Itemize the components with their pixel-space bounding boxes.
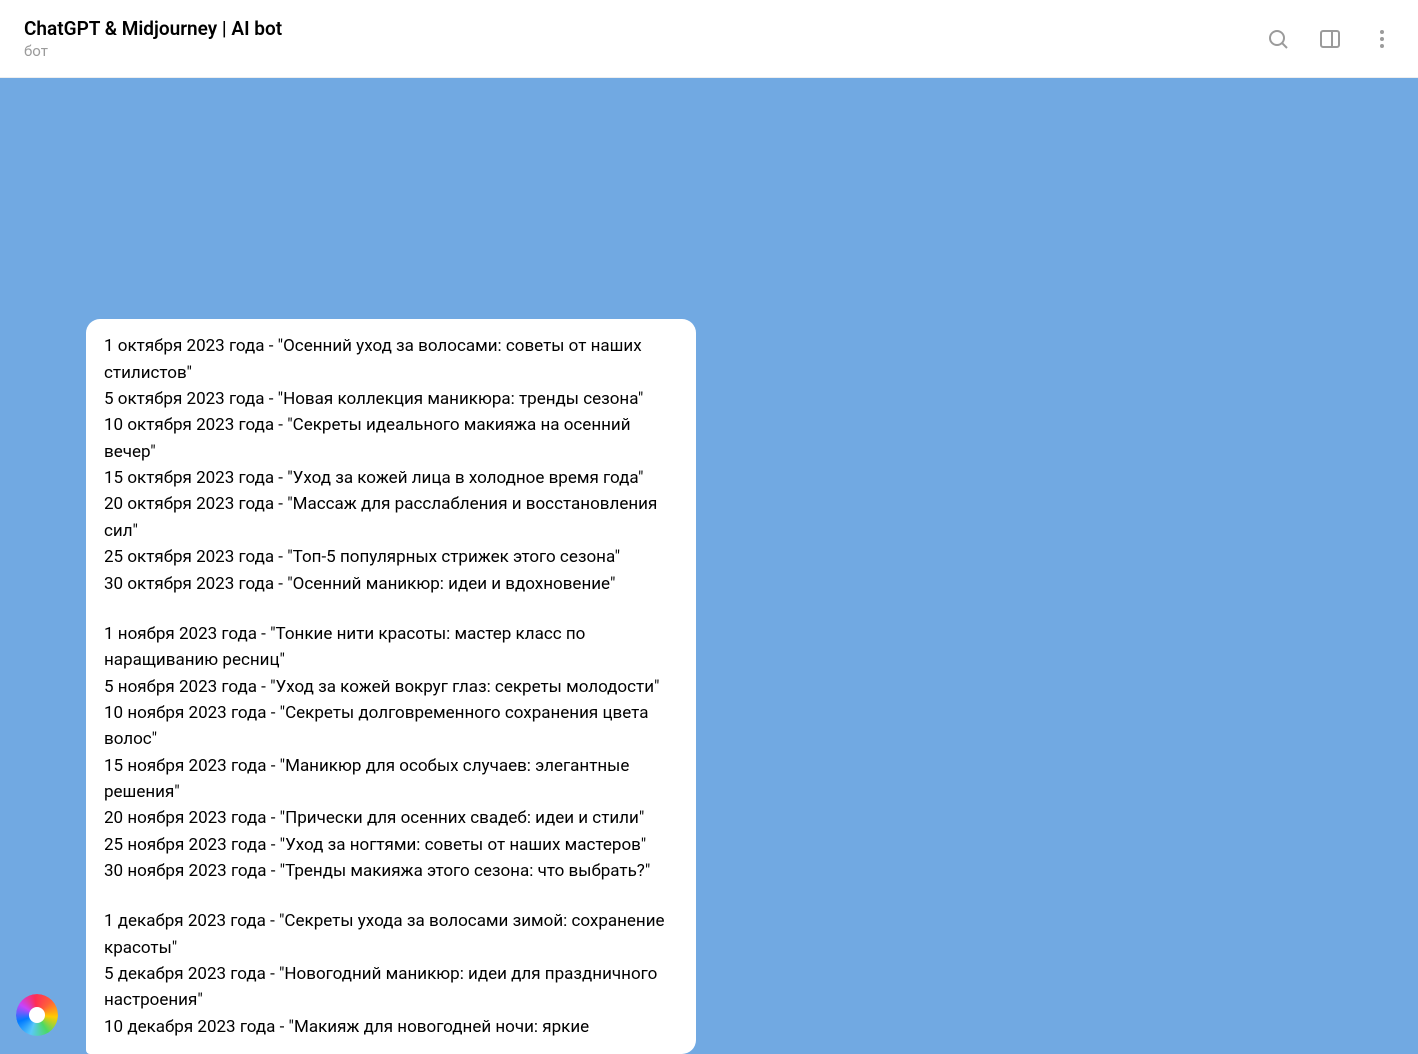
bot-avatar[interactable]	[16, 994, 58, 1036]
message-line: 15 октября 2023 года - "Уход за кожей ли…	[104, 465, 678, 491]
message-text: 1 октября 2023 года - "Осенний уход за в…	[104, 333, 678, 1040]
message-line: 20 ноября 2023 года - "Прически для осен…	[104, 805, 678, 831]
message-line: 10 декабря 2023 года - "Макияж для новог…	[104, 1014, 678, 1040]
message-line: 5 ноября 2023 года - "Уход за кожей вокр…	[104, 674, 678, 700]
chat-body: 1 октября 2023 года - "Осенний уход за в…	[0, 78, 1418, 1054]
more-menu-icon[interactable]	[1370, 27, 1394, 51]
message-line: 5 октября 2023 года - "Новая коллекция м…	[104, 386, 678, 412]
chat-title: ChatGPT & Midjourney | AI bot	[24, 17, 282, 40]
message-line: 1 октября 2023 года - "Осенний уход за в…	[104, 333, 678, 386]
message-block: 1 декабря 2023 года - "Секреты ухода за …	[104, 908, 678, 1040]
chat-subtitle: бот	[24, 42, 282, 60]
message-line: 20 октября 2023 года - "Массаж для рассл…	[104, 491, 678, 544]
message-line: 5 декабря 2023 года - "Новогодний маникю…	[104, 961, 678, 1014]
sidebar-toggle-icon[interactable]	[1318, 27, 1342, 51]
search-icon[interactable]	[1266, 27, 1290, 51]
message-line: 15 ноября 2023 года - "Маникюр для особы…	[104, 753, 678, 806]
header-actions	[1266, 27, 1394, 51]
message-line: 30 ноября 2023 года - "Тренды макияжа эт…	[104, 858, 678, 884]
message-bubble[interactable]: 1 октября 2023 года - "Осенний уход за в…	[86, 319, 696, 1054]
swirl-icon	[16, 994, 58, 1036]
message-line: 25 октября 2023 года - "Топ-5 популярных…	[104, 544, 678, 570]
message-block: 1 октября 2023 года - "Осенний уход за в…	[104, 333, 678, 596]
message-line: 1 декабря 2023 года - "Секреты ухода за …	[104, 908, 678, 961]
chat-header: ChatGPT & Midjourney | AI bot бот	[0, 0, 1418, 78]
message-row: 1 октября 2023 года - "Осенний уход за в…	[0, 88, 1418, 1054]
message-line: 25 ноября 2023 года - "Уход за ногтями: …	[104, 832, 678, 858]
message-line: 30 октября 2023 года - "Осенний маникюр:…	[104, 571, 678, 597]
message-block: 1 ноября 2023 года - "Тонкие нити красот…	[104, 621, 678, 884]
chat-header-info[interactable]: ChatGPT & Midjourney | AI bot бот	[24, 17, 282, 60]
message-line: 10 ноября 2023 года - "Секреты долговрем…	[104, 700, 678, 753]
message-line: 10 октября 2023 года - "Секреты идеально…	[104, 412, 678, 465]
message-line: 1 ноября 2023 года - "Тонкие нити красот…	[104, 621, 678, 674]
